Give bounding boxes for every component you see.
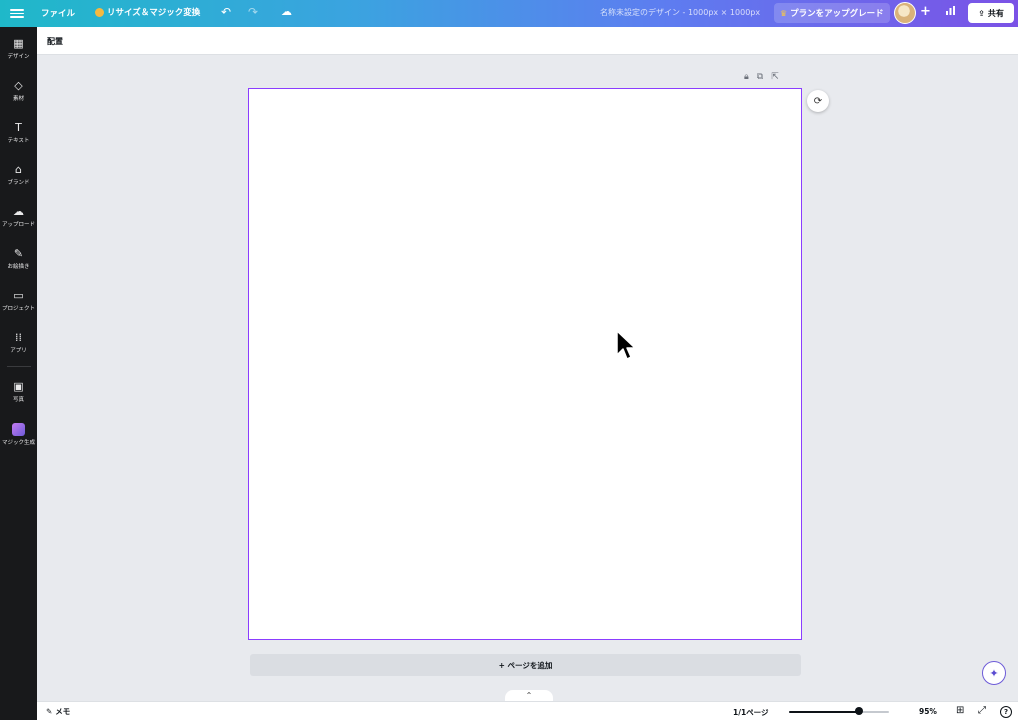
sidebar-item-label: 素材 — [12, 96, 24, 102]
sidebar-item-photos[interactable]: ▣ 写真 — [0, 380, 37, 404]
lock-icon[interactable]: 🔒︎ — [744, 72, 749, 82]
upgrade-label: プランをアップグレード — [790, 9, 884, 19]
sidebar-item-text[interactable]: T テキスト — [0, 121, 37, 145]
sidebar-item-uploads[interactable]: ☁ アップロード — [0, 205, 37, 229]
resize-button[interactable]: リサイズ＆マジック変換 — [95, 6, 200, 18]
resize-label: リサイズ＆マジック変換 — [107, 8, 201, 18]
sidebar-item-label: アプリ — [10, 348, 27, 354]
menu-icon[interactable] — [10, 7, 24, 19]
redo-icon[interactable]: ↷ — [248, 5, 258, 19]
sidebar-item-label: マジック生成 — [1, 440, 35, 446]
notes-button[interactable]: ✎ メモ — [46, 706, 70, 717]
sidebar-item-design[interactable]: ▦ デザイン — [0, 37, 37, 61]
arrange-button[interactable]: 配置 — [47, 36, 63, 47]
sidebar-item-label: デザイン — [7, 54, 30, 60]
zoom-level[interactable]: 95% — [919, 707, 937, 716]
folder-icon: ▭ — [13, 289, 24, 302]
sidebar-divider — [7, 366, 31, 367]
sidebar-item-label: テキスト — [7, 138, 30, 144]
duplicate-page-icon[interactable]: ⧉ — [757, 72, 763, 82]
document-title[interactable]: 名称未設定のデザイン - 1000px × 1000px — [600, 7, 760, 18]
share-icon: ⇪ — [978, 8, 985, 18]
page-indicator[interactable]: 1/1ページ — [733, 707, 769, 718]
fullscreen-icon[interactable]: ⤢ — [978, 705, 986, 716]
top-header: ファイル リサイズ＆マジック変換 ↶ ↷ ☁ 名称未設定のデザイン - 1000… — [0, 0, 1018, 27]
design-page[interactable] — [248, 88, 802, 640]
sidebar-item-label: ブランド — [7, 180, 30, 186]
upgrade-button[interactable]: ♛ プランをアップグレード — [774, 3, 890, 23]
add-page-icon[interactable]: ⇱ — [771, 72, 779, 82]
sidebar-item-magic-media[interactable]: マジック生成 — [0, 423, 37, 446]
text-icon: T — [15, 121, 22, 134]
notes-label: メモ — [55, 707, 71, 716]
photo-icon: ▣ — [13, 380, 24, 393]
help-icon[interactable]: ? — [1000, 706, 1012, 718]
crown-icon — [95, 7, 104, 17]
add-collaborator-icon[interactable]: + — [920, 4, 931, 19]
notes-icon: ✎ — [46, 707, 53, 716]
share-label: 共有 — [987, 8, 1004, 18]
sidebar-item-brand[interactable]: ⌂ ブランド — [0, 163, 37, 187]
layout-icon: ▦ — [13, 37, 24, 50]
sidebar-item-projects[interactable]: ▭ プロジェクト — [0, 289, 37, 313]
sidebar-item-apps[interactable]: ⁞⁞ アプリ — [0, 331, 37, 355]
draw-icon: ✎ — [13, 247, 24, 260]
apps-icon: ⁞⁞ — [15, 331, 22, 344]
undo-icon[interactable]: ↶ — [221, 5, 231, 19]
brand-icon: ⌂ — [15, 163, 22, 176]
sidebar-item-draw[interactable]: ✎ お絵描き — [0, 247, 37, 271]
avatar[interactable] — [894, 2, 916, 24]
file-menu-button[interactable]: ファイル — [41, 7, 75, 19]
context-toolbar: 配置 — [37, 27, 1018, 55]
upload-icon: ☁ — [13, 205, 24, 218]
sidebar-item-label: プロジェクト — [1, 306, 35, 312]
sidebar-item-label: アップロード — [1, 222, 35, 228]
sidebar-item-elements[interactable]: ◇ 素材 — [0, 79, 37, 103]
zoom-slider[interactable] — [789, 711, 889, 713]
crown-icon: ♛ — [780, 8, 788, 18]
magic-media-icon — [12, 423, 25, 436]
magic-assistant-icon[interactable]: ✦ — [982, 661, 1006, 685]
share-button[interactable]: ⇪ 共有 — [968, 3, 1014, 23]
regenerate-icon[interactable]: ⟳ — [807, 90, 829, 112]
side-panel-rail: ▦ デザイン ◇ 素材 T テキスト ⌂ ブランド ☁ アップロード ✎ お絵描… — [0, 27, 37, 720]
sidebar-item-label: お絵描き — [7, 264, 30, 270]
bottom-bar: ✎ メモ 1/1ページ 95% ⊞ ⤢ ? — [37, 701, 1018, 720]
elements-icon: ◇ — [14, 79, 23, 92]
mouse-cursor-icon — [616, 330, 636, 360]
page-tools: 🔒︎ ⧉ ⇱ — [744, 72, 779, 82]
cloud-saved-icon[interactable]: ☁ — [281, 5, 292, 18]
sidebar-item-label: 写真 — [12, 397, 24, 403]
add-page-button[interactable]: + ページを追加 — [250, 654, 801, 676]
grid-view-icon[interactable]: ⊞ — [956, 705, 964, 716]
zoom-slider-handle[interactable] — [855, 707, 863, 715]
insights-icon[interactable] — [945, 5, 956, 19]
zoom-slider-fill — [789, 711, 859, 713]
